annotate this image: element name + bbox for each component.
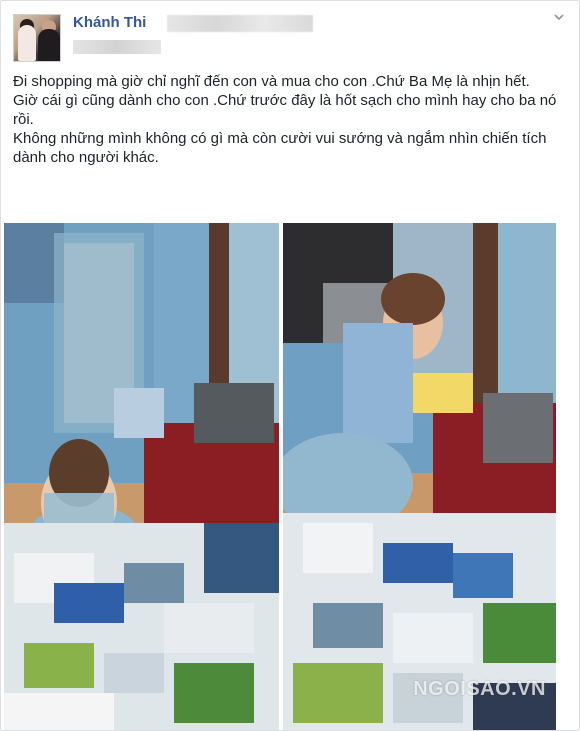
blurred-timestamp-region [73,40,161,54]
post-paragraph: Không những mình không có gì mà còn cười… [13,130,547,166]
author-name-link[interactable]: Khánh Thi [73,14,146,31]
post-card: Khánh Thi Đi shopping mà giờ chỉ nghĩ đế… [0,0,580,731]
photo-grid: NGOISAO.VN [4,223,556,730]
post-paragraph: Đi shopping mà giờ chỉ nghĩ đến con và m… [13,73,530,90]
photo-left[interactable] [4,223,279,730]
post-paragraph: Giờ cái gì cũng dành cho con .Chứ trước … [13,92,557,128]
blurred-name-region [167,15,313,32]
avatar[interactable] [13,14,61,62]
photo-right[interactable]: NGOISAO.VN [283,223,556,730]
chevron-down-icon[interactable] [551,10,567,26]
post-message: Đi shopping mà giờ chỉ nghĩ đến con và m… [13,72,558,167]
post-header: Khánh Thi [13,14,567,64]
watermark-text: NGOISAO.VN [413,678,546,700]
